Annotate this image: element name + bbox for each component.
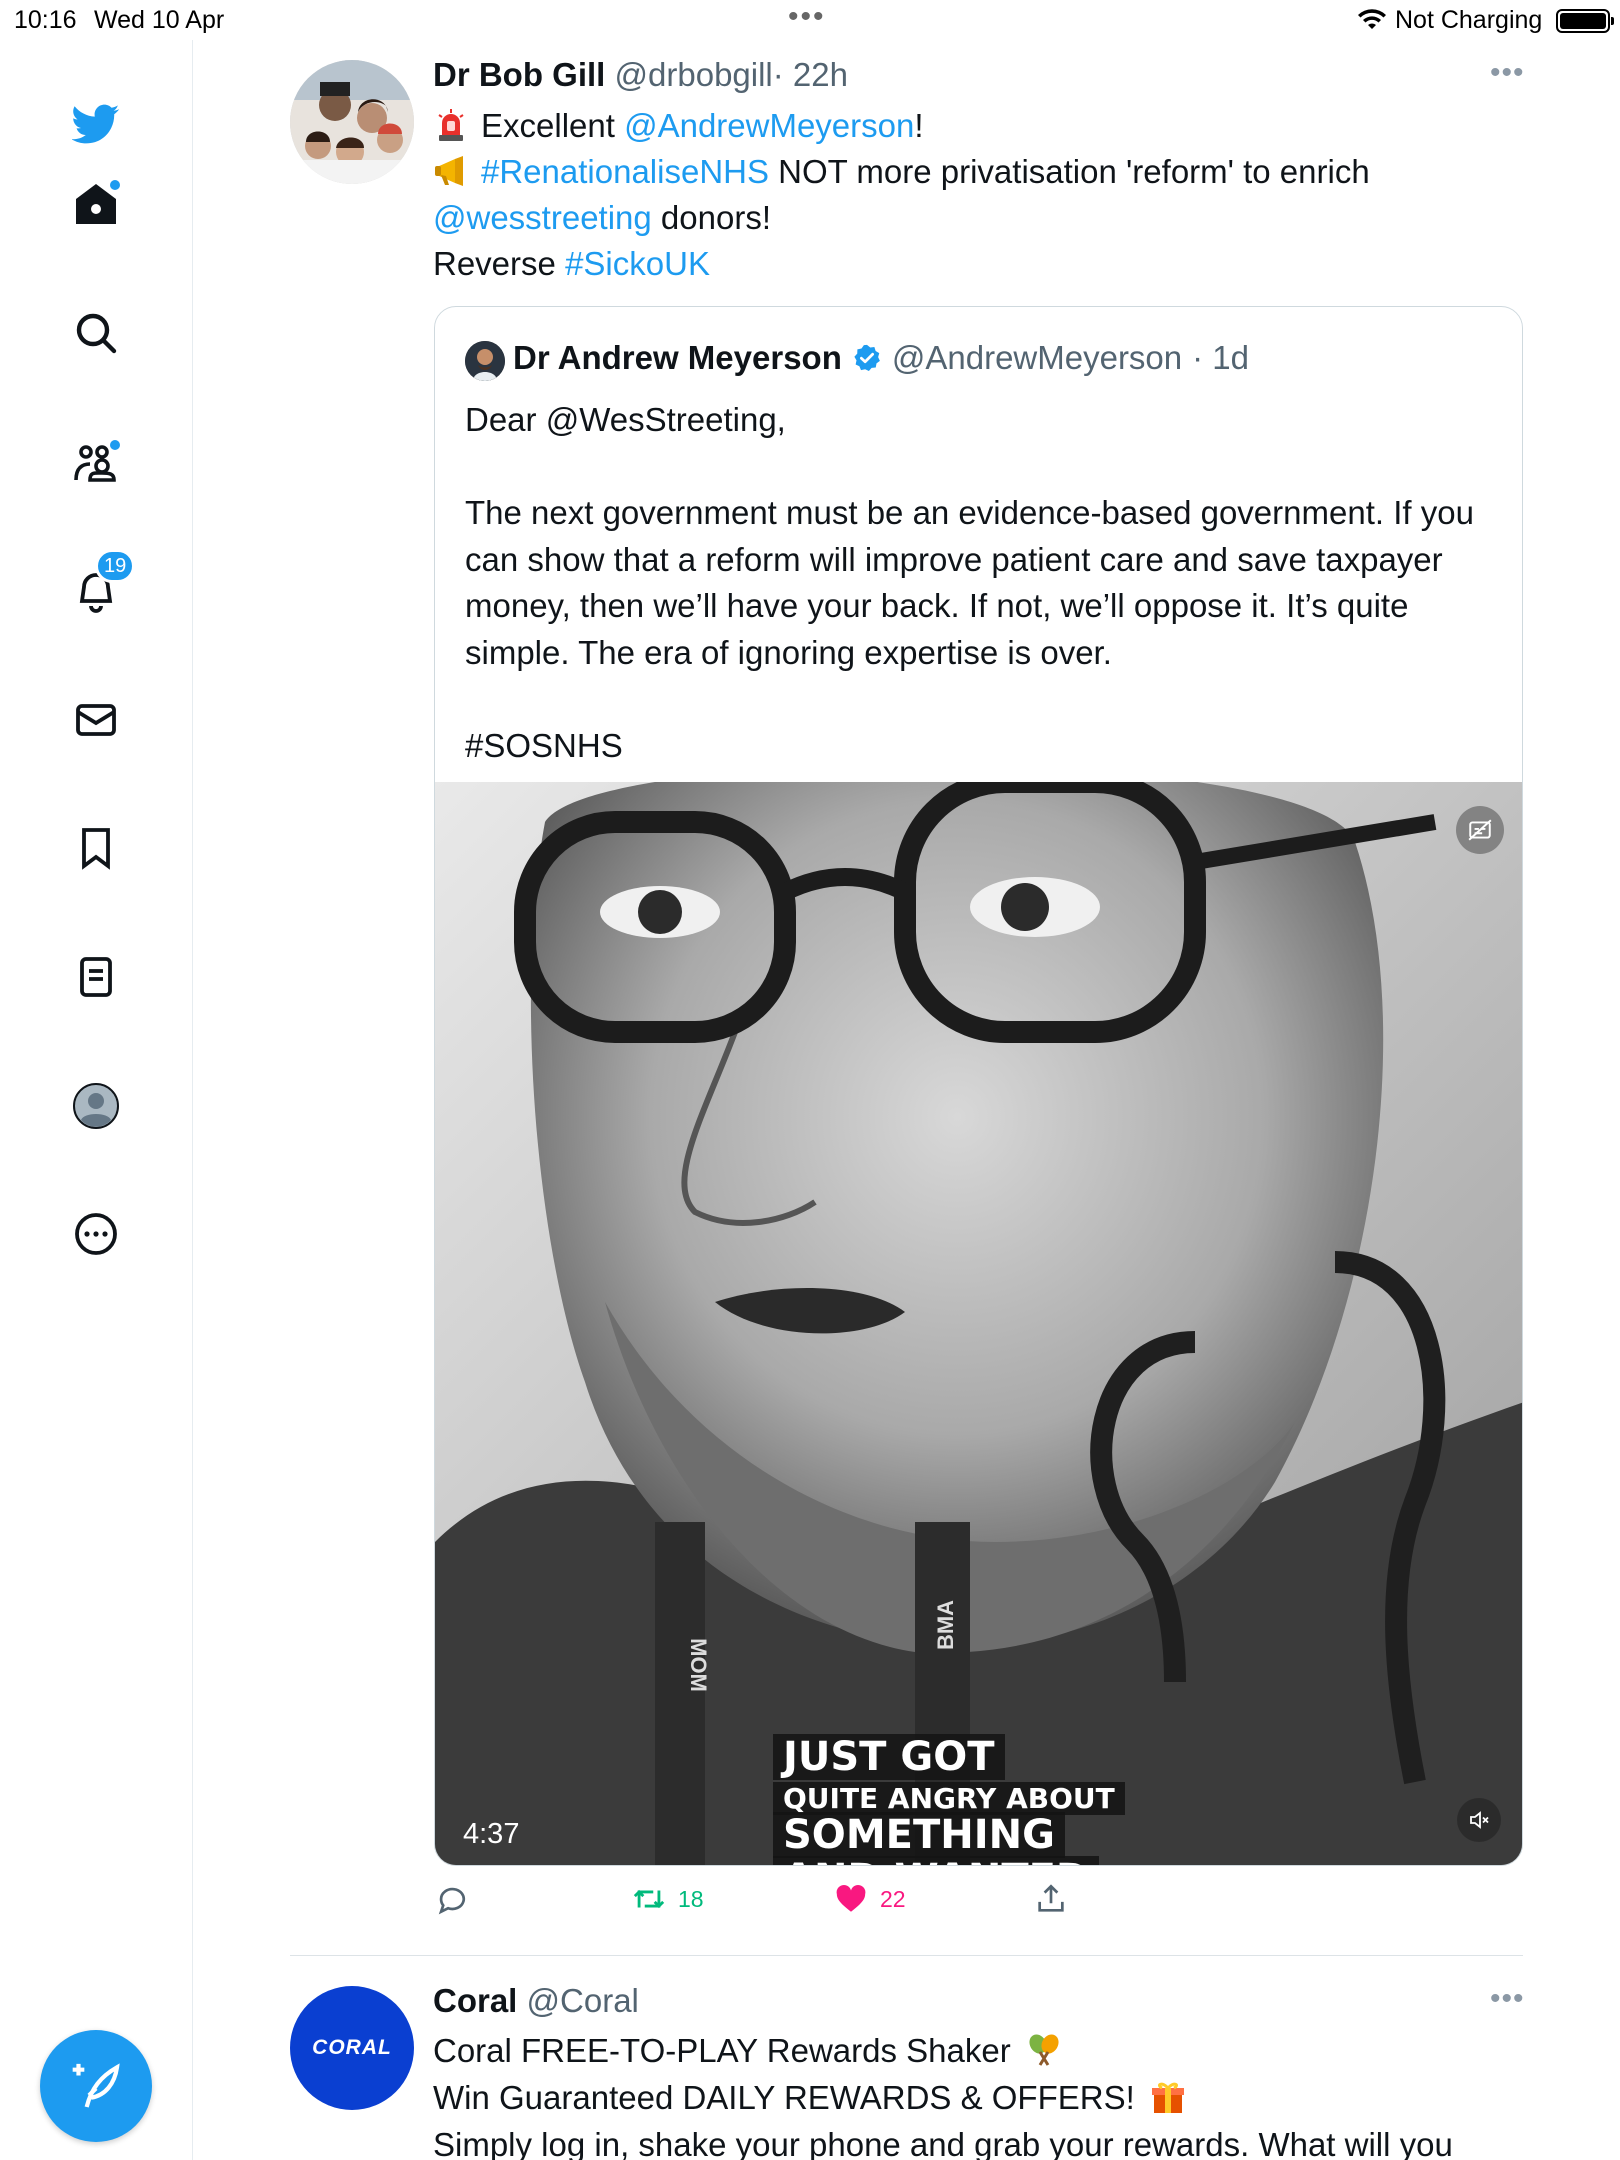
retweet-count: 18 xyxy=(678,1885,704,1912)
tweet-body: Excellent @AndrewMeyerson! #Renationalis… xyxy=(433,103,1503,287)
status-date: Wed 10 Apr xyxy=(94,6,225,34)
video-caption-line-4: AND WANTED xyxy=(773,1856,1100,1865)
siren-emoji-icon xyxy=(438,109,464,141)
mention-andrewmeyerson[interactable]: @AndrewMeyerson xyxy=(624,107,914,144)
coral-author-name[interactable]: Coral xyxy=(433,1982,517,2019)
tweet-more-options-icon[interactable]: ••• xyxy=(1490,56,1525,90)
quoted-tweet-card[interactable]: Dr Andrew Meyerson @AndrewMeyerson · 1d D… xyxy=(434,306,1523,1866)
communities-unread-dot xyxy=(110,440,120,450)
tweet-line-3: @wesstreeting donors! xyxy=(433,195,1503,241)
quoted-tweet-text: Dear @WesStreeting, The next government … xyxy=(465,401,1474,764)
coral-line-3: Simply log in, shake your phone and grab… xyxy=(433,2126,1453,2160)
share-button[interactable] xyxy=(1034,1882,1068,1916)
retweet-icon xyxy=(633,1889,665,1909)
coral-line-2: Win Guaranteed DAILY REWARDS & OFFERS! xyxy=(433,2074,1543,2121)
coral-tweet-header: Coral @Coral xyxy=(433,1982,639,2020)
coral-avatar[interactable]: CORAL xyxy=(290,1986,414,2110)
tweet-time[interactable]: · 22h xyxy=(773,56,848,93)
wifi-icon xyxy=(1357,7,1387,38)
sidebar: 19 xyxy=(0,40,193,2160)
lists-icon[interactable] xyxy=(60,941,132,1013)
tweet-line-1: Excellent @AndrewMeyerson! xyxy=(433,103,1503,149)
author-name[interactable]: Dr Bob Gill xyxy=(433,56,605,93)
notifications-bell-icon[interactable]: 19 xyxy=(60,549,136,627)
quoted-author-avatar[interactable] xyxy=(465,341,505,381)
tweet-divider xyxy=(290,1955,1523,1956)
tweet-text-privatisation: NOT more privatisation 'reform' to enric… xyxy=(769,153,1370,190)
reply-icon xyxy=(438,1887,466,1915)
share-icon xyxy=(1038,1884,1064,1912)
messages-envelope-icon[interactable] xyxy=(60,684,132,756)
communities-icon[interactable] xyxy=(60,426,132,498)
quoted-author-name[interactable]: Dr Andrew Meyerson xyxy=(513,339,842,377)
quoted-tweet-header: Dr Andrew Meyerson @AndrewMeyerson · 1d xyxy=(513,339,1249,377)
coral-author-handle[interactable]: @Coral xyxy=(527,1982,639,2019)
tweet-text-excellent: Excellent xyxy=(481,107,625,144)
notifications-count-badge: 19 xyxy=(95,549,136,583)
video-frame-image xyxy=(435,782,1522,1865)
megaphone-emoji-icon xyxy=(435,156,463,186)
tweet-header: Dr Bob Gill @drbobgill· 22h xyxy=(433,56,848,94)
profile-avatar-icon[interactable] xyxy=(60,1070,132,1142)
charging-status: Not Charging xyxy=(1395,6,1543,34)
retweet-button[interactable]: 18 xyxy=(632,1882,704,1916)
battery-icon xyxy=(1556,9,1614,33)
tweet-actions: 18 22 xyxy=(434,1882,1524,1932)
author-handle[interactable]: @drbobgill xyxy=(615,56,773,93)
bookmarks-icon[interactable] xyxy=(60,812,132,884)
video-caption-line-3: SOMETHING xyxy=(773,1812,1065,1858)
coral-tweet-body: Coral FREE-TO-PLAY Rewards Shaker Win Gu… xyxy=(433,2027,1543,2160)
heart-filled-icon xyxy=(836,1884,866,1912)
tweet-text-exclaim: ! xyxy=(914,107,924,144)
mention-wesstreeting[interactable]: @wesstreeting xyxy=(433,199,652,236)
muted-speaker-icon xyxy=(1470,1811,1489,1829)
home-unread-dot xyxy=(110,180,120,190)
like-count: 22 xyxy=(880,1885,906,1912)
coral-more-options-icon[interactable]: ••• xyxy=(1490,1982,1525,2016)
lanyard-left-text: MOM xyxy=(685,1638,711,1692)
compose-tweet-button[interactable] xyxy=(40,2030,152,2142)
explore-search-icon[interactable] xyxy=(60,297,132,369)
status-bar: 10:16 Wed 10 Apr ••• Not Charging xyxy=(0,0,1620,40)
video-caption-line-2: QUITE ANGRY ABOUT xyxy=(773,1782,1125,1815)
tweet-line-4: Reverse #SickoUK xyxy=(433,241,1503,287)
tweet-text-donors: donors! xyxy=(651,199,772,236)
quoted-tweet-time[interactable]: · 1d xyxy=(1192,339,1249,377)
home-icon[interactable] xyxy=(60,168,132,240)
captions-toggle-icon[interactable] xyxy=(1456,806,1504,854)
maracas-emoji-icon xyxy=(1029,2034,1059,2066)
tweet-text-reverse: Reverse xyxy=(433,245,566,282)
like-button[interactable]: 22 xyxy=(834,1882,906,1916)
coral-logo: CORAL xyxy=(312,2036,392,2059)
video-player[interactable]: MOM BMA JUST GOT QUITE ANGRY ABOUT SOMET… xyxy=(435,782,1522,1865)
compose-feather-icon xyxy=(72,2063,120,2108)
coral-line-1: Coral FREE-TO-PLAY Rewards Shaker xyxy=(433,2027,1543,2074)
verified-badge-icon xyxy=(854,344,880,371)
quoted-author-handle[interactable]: @AndrewMeyerson xyxy=(892,339,1182,377)
hashtag-renationalisenhs[interactable]: #RenationaliseNHS xyxy=(481,153,769,190)
author-avatar[interactable] xyxy=(290,60,414,184)
reply-button[interactable] xyxy=(434,1882,468,1916)
gift-emoji-icon xyxy=(1151,2082,1184,2113)
tweet-line-2: #RenationaliseNHS NOT more privatisation… xyxy=(433,149,1503,195)
twitter-logo-icon[interactable] xyxy=(60,88,132,160)
hashtag-sickouk[interactable]: #SickoUK xyxy=(565,245,710,282)
multitasking-dots-icon[interactable]: ••• xyxy=(788,0,826,34)
video-caption-line-1: JUST GOT xyxy=(773,1734,1005,1780)
unmute-button[interactable] xyxy=(1457,1798,1501,1842)
video-duration: 4:37 xyxy=(463,1818,520,1850)
more-options-icon[interactable] xyxy=(60,1198,132,1270)
status-time: 10:16 xyxy=(14,6,77,34)
lanyard-right-text: BMA xyxy=(933,1599,959,1651)
